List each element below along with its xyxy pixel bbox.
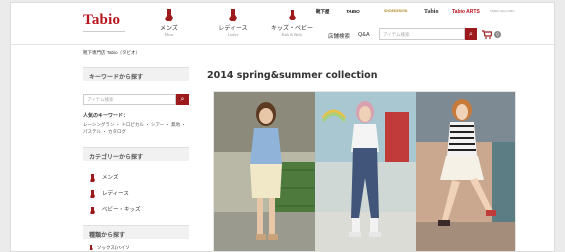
sidebar-search-button[interactable]: ⌕ (176, 94, 189, 105)
category-heading: カテゴリーから探す (83, 147, 189, 161)
nav-mens-label: メンズ (160, 26, 178, 32)
popular-keywords-list[interactable]: レーシングラン ・ トロピカル ・ シアー ・ 無地 ・ パステル ・ カタログ (83, 121, 189, 135)
page-frame: Tabio メンズ Mens レディース Ladies キッズ・ベビー Kids… (10, 2, 555, 252)
search-icon: ⌕ (469, 30, 473, 38)
brand-tabio[interactable]: Tabio (424, 9, 438, 15)
logo-underline (83, 31, 125, 32)
category-mens-label: メンズ (102, 175, 119, 181)
type-item-socks[interactable]: ソックス(ハイソ (89, 245, 130, 251)
sock-icon (90, 245, 93, 251)
cart-count-badge: 0 (494, 31, 501, 38)
brand-links: 靴下屋 TABIO SHOEDESIGN Tabio Tabio ARTS TA… (316, 9, 526, 23)
brand-leg-labo[interactable]: TABIO LEG LABO (490, 9, 518, 13)
category-kids[interactable]: ベビー・キッズ (89, 205, 141, 215)
breadcrumb[interactable]: 靴下専門店 Tabio（タビオ） (83, 50, 140, 56)
sock-icon (229, 9, 237, 21)
collection-title: 2014 spring&summer collection (207, 70, 378, 81)
brand-tabio-arts[interactable]: Tabio ARTS (452, 9, 480, 15)
brand-kutsushitaya[interactable]: 靴下屋 (316, 9, 330, 15)
keyword-search-heading: キーワードから探す (83, 67, 189, 81)
nav-kids-sub: Kids & Baby (281, 32, 303, 37)
popular-keywords-title: 人気のキーワード： (83, 113, 129, 119)
brand-tabio-sports[interactable]: TABIO (346, 9, 360, 14)
model-photo-3 (416, 92, 515, 251)
category-ladies-label: レディース (102, 191, 129, 197)
store-search-link[interactable]: 店舗検索 (328, 32, 350, 40)
qa-link[interactable]: Q&A (358, 32, 370, 38)
search-icon: ⌕ (180, 95, 185, 103)
type-item-socks-label: ソックス(ハイソ (97, 245, 130, 250)
nav-kids-label: キッズ・ベビー (270, 26, 313, 32)
sock-icon (289, 10, 296, 20)
nav-ladies-sub: Ladies (227, 32, 239, 37)
nav-ladies-label: レディース (218, 26, 248, 32)
sidebar: キーワードから探す アイテム検索 ⌕ 人気のキーワード： レーシングラン ・ ト… (83, 67, 189, 251)
model-photo-1 (214, 92, 315, 251)
collection-banner[interactable] (213, 91, 516, 251)
brand-shoedesign[interactable]: SHOEDESIGN (384, 9, 407, 13)
category-mens[interactable]: メンズ (89, 173, 118, 183)
site-header: Tabio メンズ Mens レディース Ladies キッズ・ベビー Kids… (11, 3, 554, 45)
header-search-input[interactable]: アイテム検索 (379, 28, 465, 40)
type-heading: 種類から探す (83, 225, 189, 239)
nav-mens-sub: Mens (164, 32, 174, 37)
tabio-logo[interactable]: Tabio (83, 12, 120, 29)
sidebar-search-input[interactable]: アイテム検索 (83, 94, 176, 105)
nav-ladies[interactable]: レディース Ladies (211, 9, 255, 41)
sock-icon (90, 189, 95, 198)
category-ladies[interactable]: レディース (89, 189, 129, 199)
sock-icon (90, 206, 95, 214)
nav-kids[interactable]: キッズ・ベビー Kids & Baby (267, 9, 317, 41)
sock-icon (90, 173, 95, 182)
sock-icon (165, 9, 173, 21)
cart-icon[interactable] (482, 30, 492, 39)
header-search-button[interactable]: ⌕ (465, 28, 477, 40)
nav-mens[interactable]: メンズ Mens (149, 9, 189, 41)
category-kids-label: ベビー・キッズ (102, 207, 141, 213)
model-photo-2 (315, 92, 416, 251)
